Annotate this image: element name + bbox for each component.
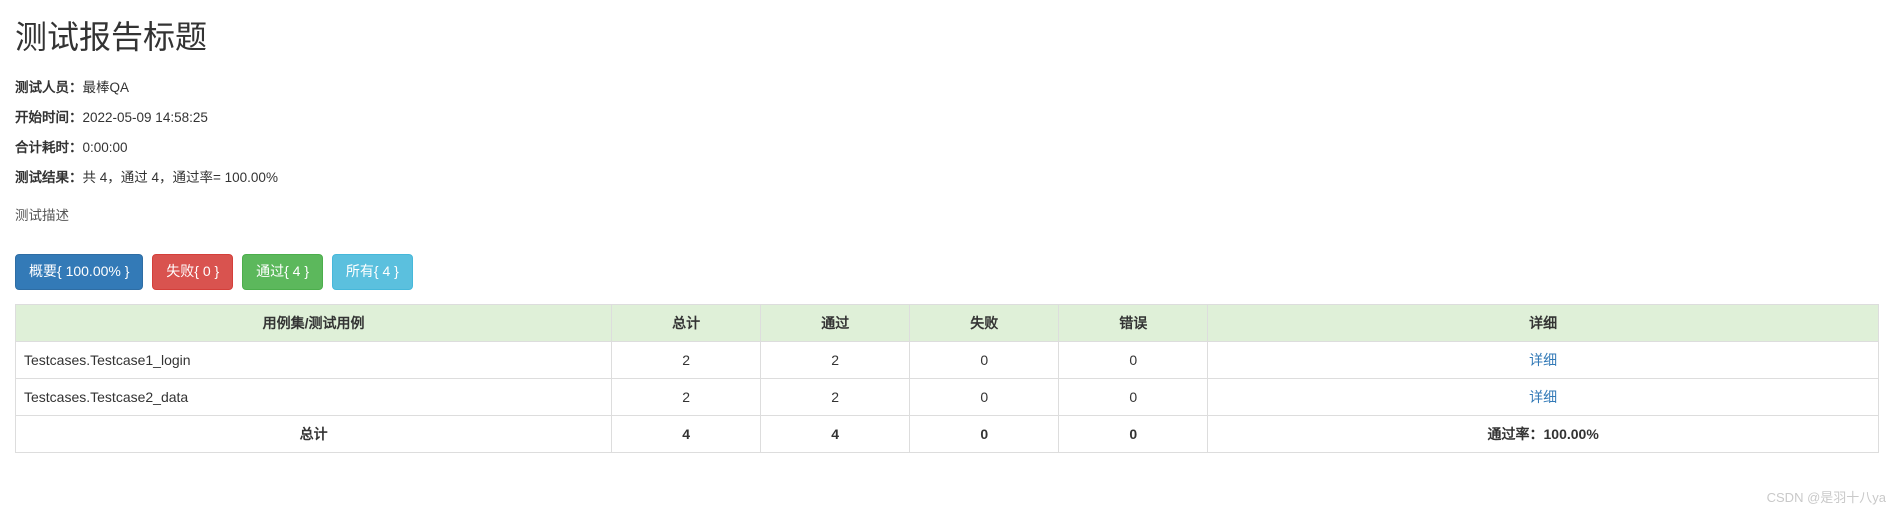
cell-error: 0 xyxy=(1059,341,1208,378)
results-table: 用例集/测试用例 总计 通过 失败 错误 详细 Testcases.Testca… xyxy=(15,304,1879,453)
meta-result-label: 测试结果： xyxy=(15,170,83,185)
meta-duration-label: 合计耗时： xyxy=(15,140,83,155)
meta-result: 测试结果：共 4，通过 4，通过率= 100.00% xyxy=(15,166,1879,186)
table-row: Testcases.Testcase2_data 2 2 0 0 详细 xyxy=(16,378,1879,415)
cell-fail: 0 xyxy=(910,341,1059,378)
filter-button-row: 概要{ 100.00% } 失败{ 0 } 通过{ 4 } 所有{ 4 } xyxy=(15,254,1879,290)
meta-tester-label: 测试人员： xyxy=(15,80,83,95)
meta-start-value: 2022-05-09 14:58:25 xyxy=(83,110,208,125)
header-name: 用例集/测试用例 xyxy=(16,304,612,341)
header-error: 错误 xyxy=(1059,304,1208,341)
cell-detail: 详细 xyxy=(1208,378,1879,415)
meta-duration-value: 0:00:00 xyxy=(83,140,128,155)
header-detail: 详细 xyxy=(1208,304,1879,341)
header-fail: 失败 xyxy=(910,304,1059,341)
watermark: CSDN @是羽十八ya xyxy=(1767,487,1886,506)
pass-button[interactable]: 通过{ 4 } xyxy=(242,254,323,290)
cell-name: Testcases.Testcase2_data xyxy=(16,378,612,415)
cell-total: 2 xyxy=(612,378,761,415)
summary-button[interactable]: 概要{ 100.00% } xyxy=(15,254,143,290)
footer-fail: 0 xyxy=(910,415,1059,452)
report-title: 测试报告标题 xyxy=(15,12,1879,58)
cell-fail: 0 xyxy=(910,378,1059,415)
all-button[interactable]: 所有{ 4 } xyxy=(332,254,413,290)
cell-name: Testcases.Testcase1_login xyxy=(16,341,612,378)
cell-error: 0 xyxy=(1059,378,1208,415)
meta-start: 开始时间：2022-05-09 14:58:25 xyxy=(15,106,1879,126)
footer-rate: 通过率：100.00% xyxy=(1208,415,1879,452)
meta-duration: 合计耗时：0:00:00 xyxy=(15,136,1879,156)
footer-total: 4 xyxy=(612,415,761,452)
meta-tester: 测试人员：最棒QA xyxy=(15,76,1879,96)
header-pass: 通过 xyxy=(761,304,910,341)
detail-link[interactable]: 详细 xyxy=(1529,352,1557,368)
cell-pass: 2 xyxy=(761,341,910,378)
meta-tester-value: 最棒QA xyxy=(83,80,130,95)
table-header-row: 用例集/测试用例 总计 通过 失败 错误 详细 xyxy=(16,304,1879,341)
cell-pass: 2 xyxy=(761,378,910,415)
fail-button[interactable]: 失败{ 0 } xyxy=(152,254,233,290)
meta-start-label: 开始时间： xyxy=(15,110,83,125)
table-row: Testcases.Testcase1_login 2 2 0 0 详细 xyxy=(16,341,1879,378)
meta-result-value: 共 4，通过 4，通过率= 100.00% xyxy=(83,170,278,185)
footer-pass: 4 xyxy=(761,415,910,452)
table-footer-row: 总计 4 4 0 0 通过率：100.00% xyxy=(16,415,1879,452)
cell-detail: 详细 xyxy=(1208,341,1879,378)
footer-error: 0 xyxy=(1059,415,1208,452)
footer-label: 总计 xyxy=(16,415,612,452)
cell-total: 2 xyxy=(612,341,761,378)
detail-link[interactable]: 详细 xyxy=(1529,389,1557,405)
header-total: 总计 xyxy=(612,304,761,341)
test-description: 测试描述 xyxy=(15,204,1879,224)
